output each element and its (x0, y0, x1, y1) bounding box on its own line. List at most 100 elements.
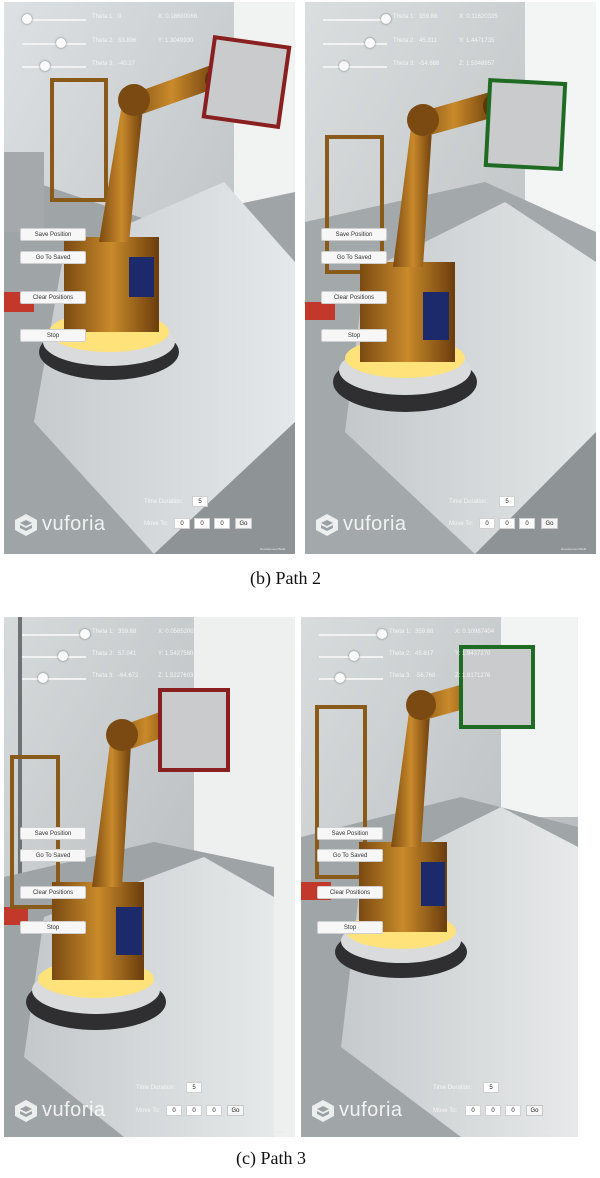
slider-track (323, 66, 387, 68)
slider-track (22, 66, 86, 68)
slider-handle[interactable] (38, 673, 48, 683)
ar-camera-scene (4, 2, 295, 554)
move-to-z-input[interactable]: 0 (214, 518, 230, 529)
save-position-button[interactable]: Save Position (321, 228, 387, 241)
theta-label: Theta 2: (393, 38, 416, 44)
move-to-x-input[interactable]: 0 (174, 518, 190, 529)
slider-handle[interactable] (40, 61, 50, 71)
slider-handle[interactable] (381, 14, 391, 24)
slider-theta-3[interactable]: Theta 3: -40.27 (22, 61, 292, 73)
slider-theta-1[interactable]: Theta 1: 359.88 X: 0.10987404 (319, 629, 578, 641)
time-duration-input[interactable]: 5 (186, 1082, 202, 1093)
theta-value: 359.88 (118, 629, 137, 635)
ar-screen-path3-end: Theta 1: 359.88 X: 0.10987404 Theta 2: 4… (301, 617, 578, 1137)
move-to-label: Move To: (449, 521, 474, 527)
slider-handle[interactable] (22, 14, 32, 24)
slider-handle[interactable] (80, 629, 90, 639)
slider-theta-2[interactable]: Theta 2: 45.817 Y: 1.9437270 (319, 651, 578, 663)
slider-track (22, 634, 86, 636)
slider-theta-3[interactable]: Theta 3: -64.672 Z: 1.5227603 (22, 673, 292, 685)
clear-positions-button[interactable]: Clear Positions (20, 886, 86, 899)
move-to-x-input[interactable]: 0 (465, 1105, 481, 1116)
theta-value: -40.27 (118, 61, 136, 67)
ar-screen-path3-start: Theta 1: 359.88 X: 0.05652007 Theta 2: 5… (4, 617, 295, 1137)
time-duration-input[interactable]: 5 (192, 496, 208, 507)
go-button[interactable]: Go (227, 1105, 244, 1116)
theta-label: Theta 2: (92, 651, 115, 657)
time-duration-input[interactable]: 5 (483, 1082, 499, 1093)
save-position-button[interactable]: Save Position (20, 827, 86, 840)
go-button[interactable]: Go (541, 518, 558, 529)
time-duration-label: Time Duration: (433, 1085, 473, 1091)
move-to-z-input[interactable]: 0 (519, 518, 535, 529)
slider-theta-1[interactable]: Theta 1: 359.88 X: 0.05652007 (22, 629, 292, 641)
theta-label: Theta 3: (389, 673, 412, 679)
slider-theta-1[interactable]: Theta 1: 359.88 X: 0.11620335 (323, 14, 593, 26)
move-to-x-input[interactable]: 0 (166, 1105, 182, 1116)
theta-label: Theta 2: (389, 651, 412, 657)
theta-label: Theta 2: (92, 38, 115, 44)
slider-track (323, 19, 387, 21)
slider-handle[interactable] (58, 651, 68, 661)
slider-theta-2[interactable]: Theta 2: 57.041 Y: 1.5427560 (22, 651, 292, 663)
clear-positions-button[interactable]: Clear Positions (317, 886, 383, 899)
move-to-x-input[interactable]: 0 (479, 518, 495, 529)
move-to-z-input[interactable]: 0 (505, 1105, 521, 1116)
theta-value: 359.88 (419, 14, 438, 20)
theta-label: Theta 1: (92, 14, 115, 20)
go-button[interactable]: Go (235, 518, 252, 529)
ar-screen-path2-start: Theta 1: 0 X: 0.18680066 Theta 2: 53.896… (4, 2, 295, 554)
slider-track (22, 43, 86, 45)
caption-path-2: (b) Path 2 (250, 568, 321, 588)
move-to-y-input[interactable]: 0 (499, 518, 515, 529)
dev-build-label: Development Build (260, 1130, 286, 1134)
theta-value: 0 (118, 14, 122, 20)
move-to-y-input[interactable]: 0 (485, 1105, 501, 1116)
move-to-y-input[interactable]: 0 (194, 518, 210, 529)
go-to-saved-button[interactable]: Go To Saved (321, 251, 387, 264)
move-to-label: Move To: (433, 1108, 458, 1114)
vuforia-mark-icon (316, 514, 338, 536)
slider-theta-2[interactable]: Theta 2: 53.896 Y: 1.3049930 (22, 38, 292, 50)
clear-positions-button[interactable]: Clear Positions (20, 291, 86, 304)
move-to-y-input[interactable]: 0 (186, 1105, 202, 1116)
slider-handle[interactable] (335, 673, 345, 683)
go-button[interactable]: Go (526, 1105, 543, 1116)
theta-label: Theta 3: (92, 61, 115, 67)
save-position-button[interactable]: Save Position (317, 827, 383, 840)
slider-track (319, 678, 383, 680)
caption-path-3: (c) Path 3 (236, 1148, 306, 1168)
theta-label: Theta 3: (92, 673, 115, 679)
stop-button[interactable]: Stop (20, 329, 86, 342)
slider-track (22, 656, 86, 658)
save-position-button[interactable]: Save Position (20, 228, 86, 241)
slider-theta-2[interactable]: Theta 2: 45.311 Y: 1.4471735 (323, 38, 593, 50)
slider-theta-1[interactable]: Theta 1: 0 X: 0.18680066 (22, 14, 292, 26)
slider-handle[interactable] (365, 38, 375, 48)
slider-theta-3[interactable]: Theta 3: -54.688 Z: 1.5948857 (323, 61, 593, 73)
theta-value: 45.311 (419, 38, 437, 44)
time-duration-input[interactable]: 5 (499, 496, 515, 507)
coord-readout: Z: 1.8171276 (455, 673, 491, 679)
stop-button[interactable]: Stop (321, 329, 387, 342)
time-duration-label: Time Duration: (136, 1085, 176, 1091)
go-to-saved-button[interactable]: Go To Saved (20, 849, 86, 862)
ar-camera-scene (4, 617, 295, 1137)
theta-label: Theta 1: (389, 629, 412, 635)
clear-positions-button[interactable]: Clear Positions (321, 291, 387, 304)
coord-readout: X: 0.11620335 (459, 14, 498, 20)
slider-theta-3[interactable]: Theta 3: -56.768 Z: 1.8171276 (319, 673, 578, 685)
slider-handle[interactable] (377, 629, 387, 639)
vuforia-wordmark: vuforia (343, 513, 407, 535)
move-to-z-input[interactable]: 0 (206, 1105, 222, 1116)
go-to-saved-button[interactable]: Go To Saved (20, 251, 86, 264)
coord-readout: X: 0.18680066 (158, 14, 198, 20)
stop-button[interactable]: Stop (20, 921, 86, 934)
stop-button[interactable]: Stop (317, 921, 383, 934)
slider-track (22, 678, 86, 680)
slider-handle[interactable] (339, 61, 349, 71)
slider-handle[interactable] (349, 651, 359, 661)
go-to-saved-button[interactable]: Go To Saved (317, 849, 383, 862)
ar-camera-scene (301, 617, 578, 1137)
slider-handle[interactable] (56, 38, 66, 48)
